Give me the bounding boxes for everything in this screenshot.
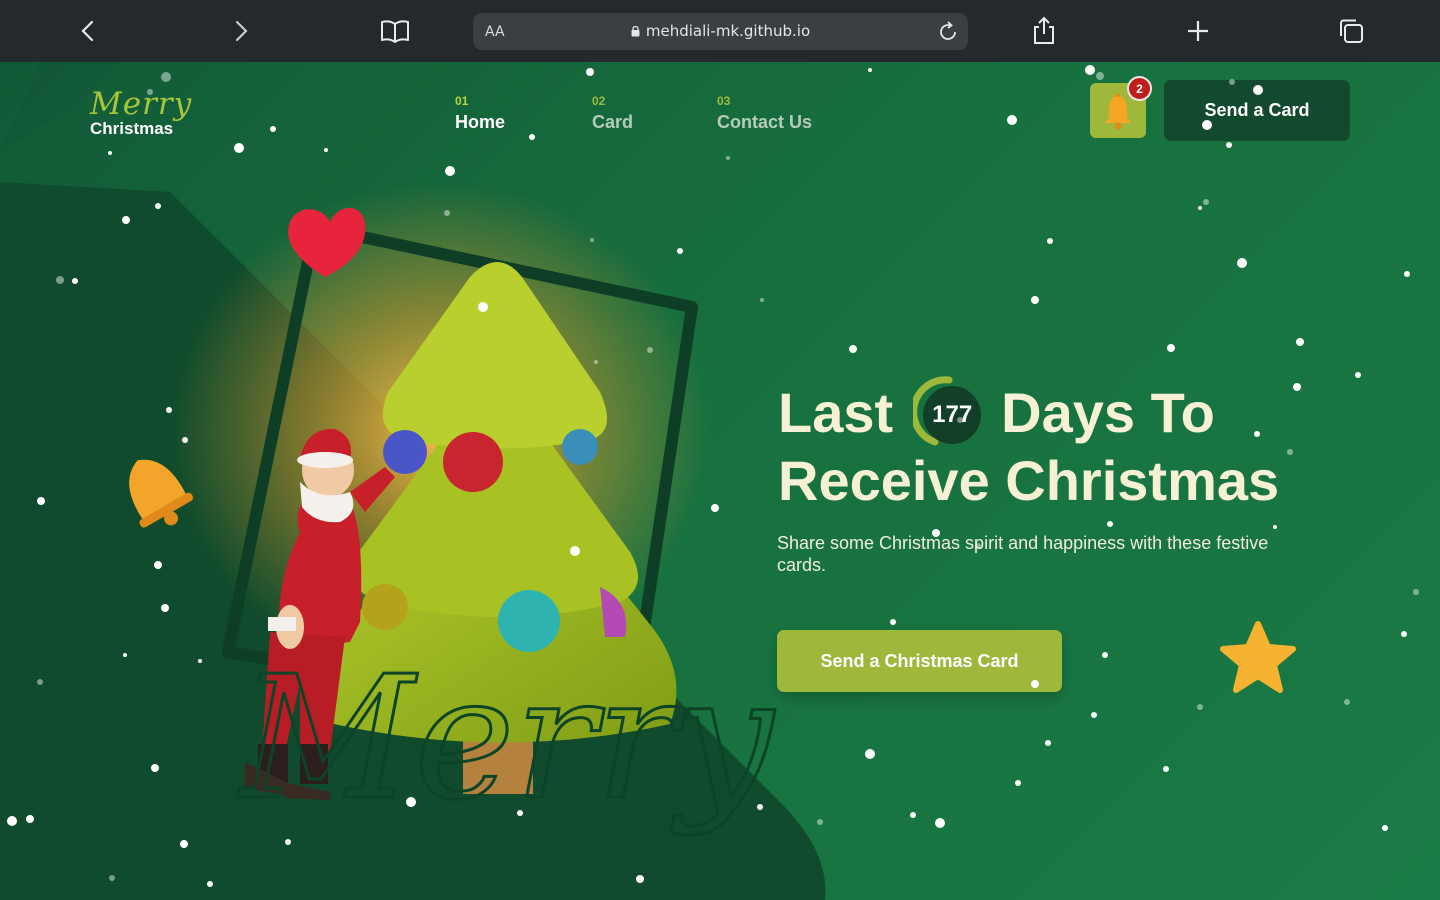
address-bar[interactable]: AA mehdiali-mk.github.io <box>473 13 968 50</box>
nav-card[interactable]: 02 Card <box>592 94 633 133</box>
hero-title-line1: Last 177 Days To <box>778 374 1215 450</box>
url-display[interactable]: mehdiali-mk.github.io <box>473 22 968 40</box>
notification-badge: 2 <box>1127 76 1152 101</box>
bookmarks-icon[interactable] <box>376 12 414 50</box>
back-icon[interactable] <box>69 12 107 50</box>
days-count: 177 <box>923 386 982 444</box>
logo-script[interactable]: Merry <box>90 86 192 122</box>
hero-title-line2: Receive Christmas <box>778 449 1280 512</box>
merry-script-decoration: Merry <box>237 640 775 838</box>
nav-label: Home <box>455 112 506 132</box>
nav-number: 03 <box>717 94 731 108</box>
hero-title-after: Days To <box>1001 380 1215 444</box>
nav-label: Card <box>592 112 634 132</box>
forward-icon[interactable] <box>222 12 260 50</box>
share-icon[interactable] <box>1025 12 1063 50</box>
star-icon <box>1220 621 1296 693</box>
nav-number: 02 <box>592 94 606 108</box>
browser-toolbar: AA mehdiali-mk.github.io <box>0 0 1440 62</box>
nav-contact-us[interactable]: 03 Contact Us <box>717 94 812 133</box>
new-tab-icon[interactable] <box>1179 12 1217 50</box>
lock-icon <box>631 25 640 37</box>
send-card-button[interactable]: Send a Card <box>1164 80 1350 141</box>
send-christmas-card-button[interactable]: Send a Christmas Card <box>777 630 1062 692</box>
nav-home[interactable]: 01 Home <box>455 94 505 133</box>
hero-title-before: Last <box>778 380 894 444</box>
logo-word[interactable]: Christmas <box>90 119 173 139</box>
page: Merry Merry Christmas 01 Home 02 Card 03… <box>0 62 1440 900</box>
christmas-illustration: Merry <box>129 182 777 840</box>
reload-icon[interactable] <box>936 20 960 44</box>
url-text: mehdiali-mk.github.io <box>645 22 811 40</box>
hero-subtitle: Share some Christmas spirit and happines… <box>777 533 1269 575</box>
nav-label: Contact Us <box>717 112 813 132</box>
days-countdown: 177 <box>913 376 985 448</box>
tabs-icon[interactable] <box>1332 12 1370 50</box>
nav-number: 01 <box>455 94 469 108</box>
